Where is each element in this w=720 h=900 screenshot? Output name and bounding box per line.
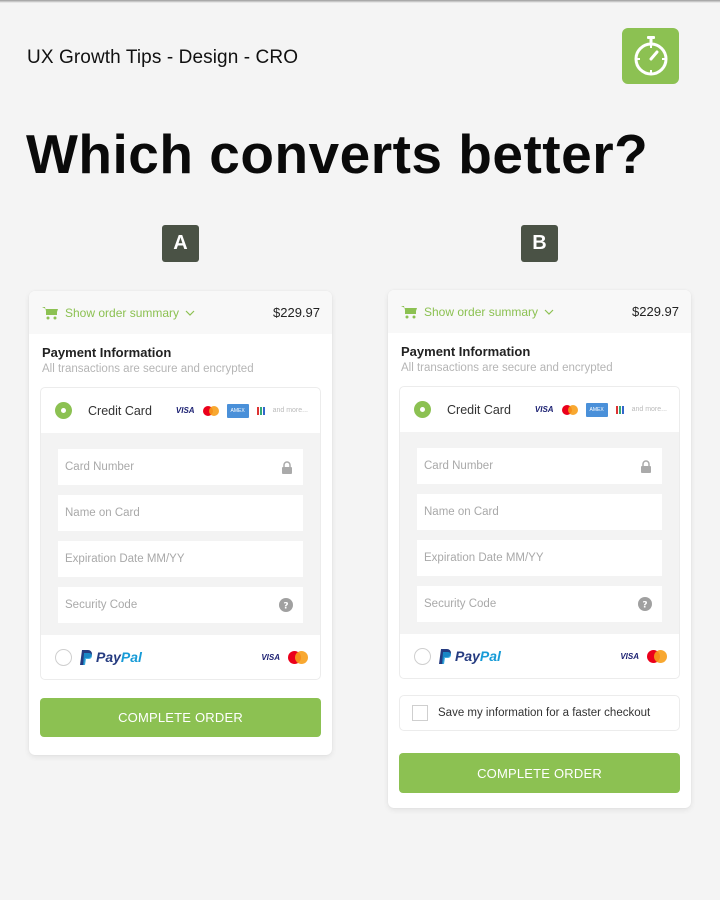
paypal-logo: PayPal	[80, 649, 142, 665]
paypal-option[interactable]: PayPal VISA	[400, 634, 679, 678]
mastercard-icon	[561, 404, 578, 415]
card-brand-logos: VISA AMEX and more...	[534, 402, 667, 417]
card-brand-logos: VISA AMEX and more...	[175, 403, 308, 418]
variant-badge-b: B	[521, 225, 558, 262]
paypal-p-icon	[439, 648, 451, 664]
credit-card-label: Credit Card	[88, 403, 152, 418]
order-summary-bar: Show order summary $229.97	[388, 290, 691, 333]
credit-card-label: Credit Card	[447, 402, 511, 417]
visa-icon: VISA	[175, 406, 195, 415]
paypal-logo: PayPal	[439, 648, 501, 664]
stopwatch-logo	[622, 28, 679, 84]
chevron-down-icon	[544, 309, 554, 315]
paypal-label-pal: Pal	[120, 649, 142, 665]
card-number-placeholder: Card Number	[65, 461, 135, 473]
order-summary-bar: Show order summary $229.97	[29, 291, 332, 334]
payment-title: Payment Information	[42, 345, 172, 360]
checkout-card-b: Show order summary $229.97 Payment Infor…	[388, 290, 691, 808]
order-total: $229.97	[632, 304, 679, 319]
credit-card-radio[interactable]	[414, 401, 431, 418]
mastercard-icon	[288, 650, 308, 664]
amex-icon: AMEX	[585, 402, 608, 417]
checkout-card-a: Show order summary $229.97 Payment Infor…	[29, 291, 332, 755]
payment-methods: Credit Card VISA AMEX and more... Card N…	[399, 386, 680, 679]
top-edge-shadow	[0, 0, 720, 3]
more-brands-label: and more...	[631, 406, 667, 413]
chevron-down-icon	[185, 310, 195, 316]
discover-icon	[256, 406, 265, 415]
name-on-card-input[interactable]: Name on Card	[417, 494, 662, 530]
save-info-option[interactable]: Save my information for a faster checkou…	[399, 695, 680, 731]
complete-order-button[interactable]: COMPLETE ORDER	[399, 753, 680, 793]
visa-icon: VISA	[261, 652, 280, 662]
name-on-card-placeholder: Name on Card	[65, 507, 140, 519]
payment-methods: Credit Card VISA AMEX and more... Card N…	[40, 387, 321, 680]
page-headline: Which converts better?	[26, 123, 649, 185]
mastercard-icon	[647, 649, 667, 663]
card-fields: Card Number Name on Card Expiration Date…	[400, 432, 679, 634]
cart-icon	[42, 306, 58, 319]
card-fields: Card Number Name on Card Expiration Date…	[41, 433, 320, 635]
paypal-label-pal: Pal	[479, 648, 501, 664]
show-order-summary-label: Show order summary	[424, 304, 539, 319]
card-number-input[interactable]: Card Number	[58, 449, 303, 485]
lock-icon	[282, 460, 292, 474]
paypal-label-pay: Pay	[96, 649, 121, 665]
credit-card-radio[interactable]	[55, 402, 72, 419]
paypal-radio[interactable]	[414, 647, 431, 665]
save-info-label: Save my information for a faster checkou…	[438, 707, 651, 719]
show-order-summary-link[interactable]: Show order summary	[424, 305, 554, 319]
card-number-input[interactable]: Card Number	[417, 448, 662, 484]
amex-icon: AMEX	[226, 403, 249, 418]
complete-order-button[interactable]: COMPLETE ORDER	[40, 698, 321, 737]
paypal-option[interactable]: PayPal VISA	[41, 635, 320, 679]
expiration-date-input[interactable]: Expiration Date MM/YY	[417, 540, 662, 576]
show-order-summary-label: Show order summary	[65, 305, 180, 320]
paypal-brand-logos: VISA	[261, 650, 308, 664]
help-icon[interactable]: ?	[638, 597, 652, 611]
show-order-summary-link[interactable]: Show order summary	[65, 306, 195, 320]
stopwatch-icon	[634, 36, 667, 76]
name-on-card-placeholder: Name on Card	[424, 506, 499, 518]
name-on-card-input[interactable]: Name on Card	[58, 495, 303, 531]
help-icon[interactable]: ?	[279, 598, 293, 612]
paypal-p-icon	[80, 649, 92, 665]
order-total: $229.97	[273, 305, 320, 320]
card-number-placeholder: Card Number	[424, 460, 494, 472]
svg-text:?: ?	[642, 601, 647, 611]
save-info-checkbox[interactable]	[412, 705, 428, 721]
security-code-input[interactable]: Security Code ?	[58, 587, 303, 623]
paypal-brand-logos: VISA	[620, 649, 667, 663]
mastercard-icon	[202, 405, 219, 416]
more-brands-label: and more...	[272, 407, 308, 414]
discover-icon	[615, 405, 624, 414]
expiration-date-placeholder: Expiration Date MM/YY	[65, 553, 185, 565]
credit-card-option[interactable]: Credit Card VISA AMEX and more...	[41, 388, 320, 433]
cart-icon	[401, 305, 417, 318]
security-code-input[interactable]: Security Code ?	[417, 586, 662, 622]
variant-badge-a: A	[162, 225, 199, 262]
payment-subtitle: All transactions are secure and encrypte…	[401, 362, 613, 374]
payment-subtitle: All transactions are secure and encrypte…	[42, 363, 254, 375]
lock-icon	[641, 459, 651, 473]
security-code-placeholder: Security Code	[424, 598, 497, 610]
paypal-radio[interactable]	[55, 648, 72, 666]
paypal-label-pay: Pay	[455, 648, 480, 664]
credit-card-option[interactable]: Credit Card VISA AMEX and more...	[400, 387, 679, 432]
visa-icon: VISA	[534, 405, 554, 414]
payment-title: Payment Information	[401, 344, 531, 359]
svg-text:?: ?	[283, 602, 288, 612]
security-code-placeholder: Security Code	[65, 599, 138, 611]
visa-icon: VISA	[620, 651, 639, 661]
expiration-date-input[interactable]: Expiration Date MM/YY	[58, 541, 303, 577]
brand-tagline: UX Growth Tips - Design - CRO	[27, 47, 299, 68]
expiration-date-placeholder: Expiration Date MM/YY	[424, 552, 544, 564]
